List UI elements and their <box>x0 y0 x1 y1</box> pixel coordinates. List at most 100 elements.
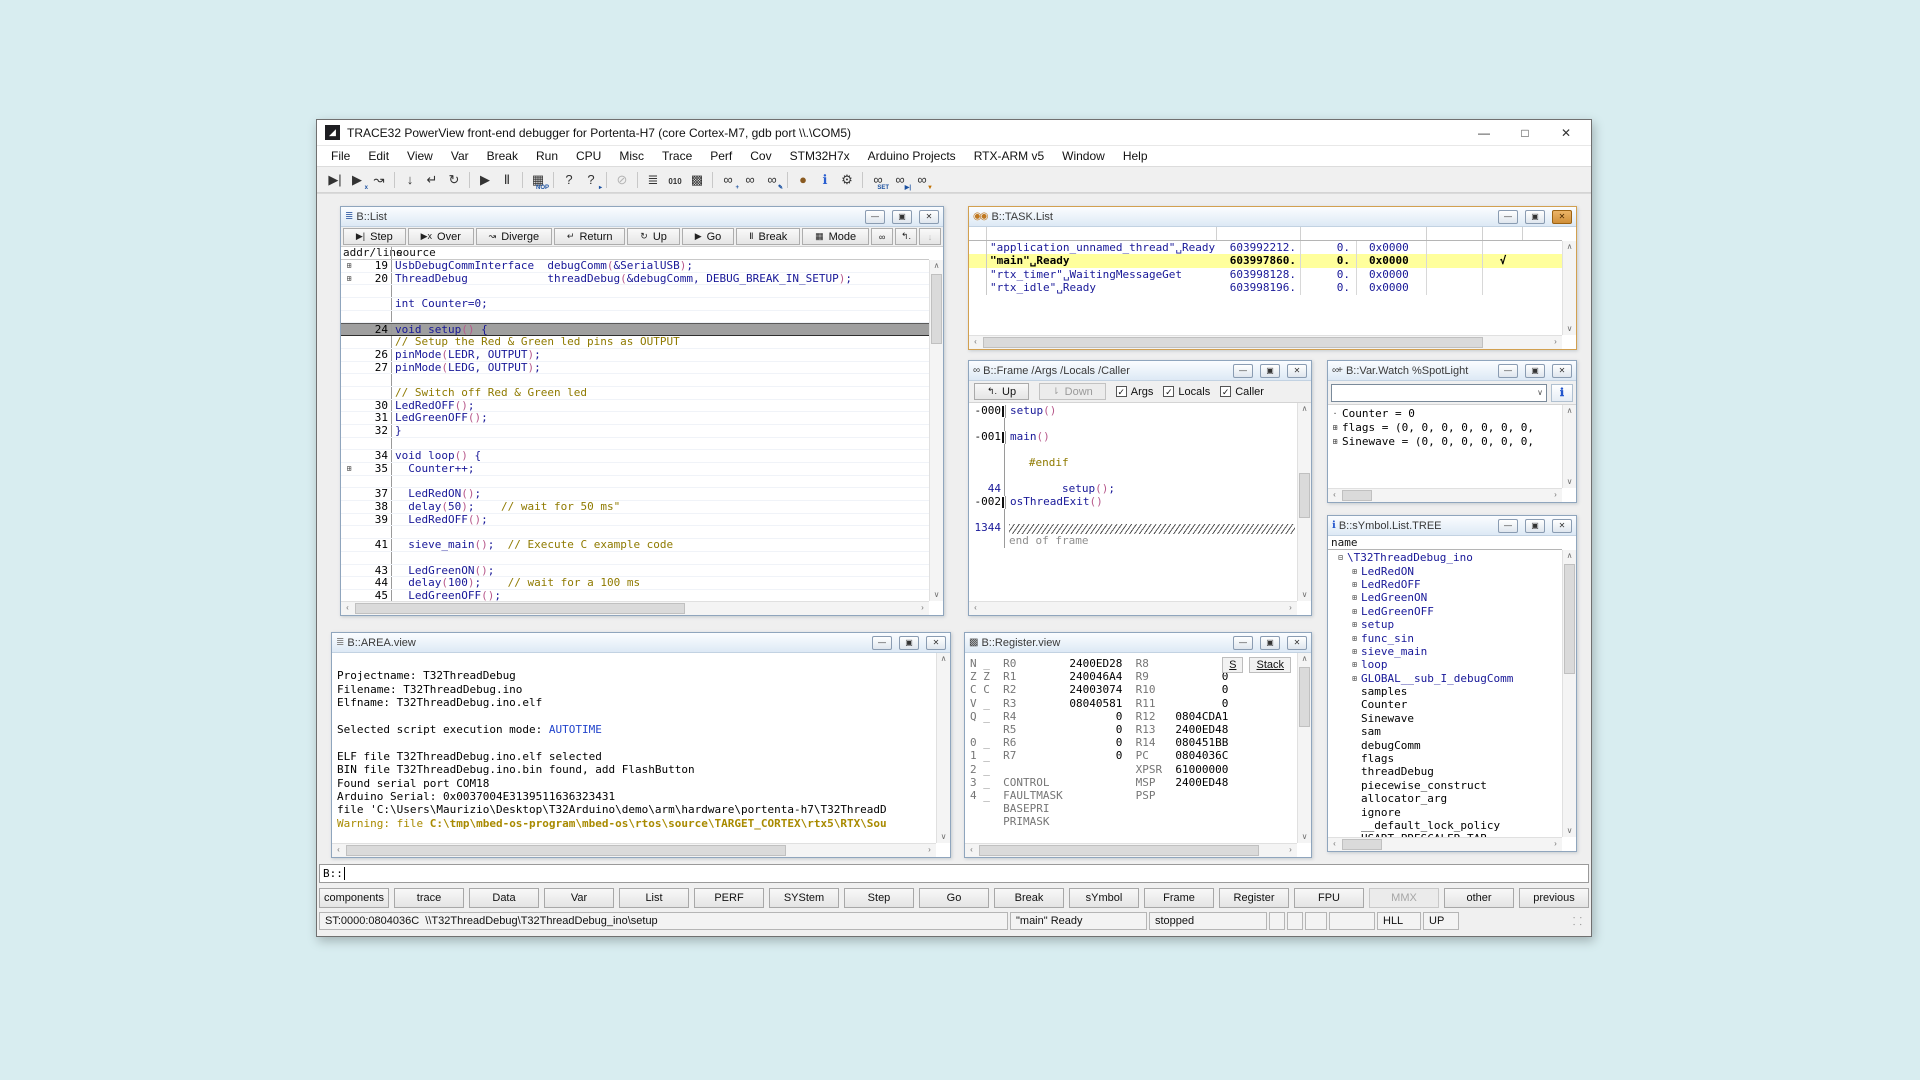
expand-icon[interactable]: ⊞ <box>1348 647 1361 656</box>
symbol-tree-row[interactable]: threadDebug <box>1328 765 1562 778</box>
mode-button[interactable]: ▦Mode <box>802 228 869 245</box>
frame-horizontal-scrollbar[interactable]: ‹ › <box>969 601 1297 615</box>
step-over-icon[interactable]: ▶x <box>346 170 368 190</box>
watch-horizontal-scrollbar[interactable]: ‹ › <box>1328 488 1562 502</box>
register-vertical-scrollbar[interactable]: ∧ ∨ <box>1297 653 1311 843</box>
scroll-left-arrow[interactable]: ‹ <box>332 844 345 856</box>
softkey-frame[interactable]: Frame <box>1144 888 1214 908</box>
expand-icon[interactable]: ⊟ <box>1334 553 1347 562</box>
expand-icon[interactable]: ⊞ <box>1348 580 1361 589</box>
source-line-45[interactable]: 45 LedGreenOFF(); <box>341 590 929 601</box>
frame-row[interactable]: #endif <box>969 457 1297 470</box>
scroll-thumb[interactable] <box>1299 667 1310 727</box>
menu-item-perf[interactable]: Perf <box>701 146 741 166</box>
step-button[interactable]: ▶|Step <box>343 228 406 245</box>
task-close-button[interactable]: ✕ <box>1552 210 1572 224</box>
softkey-perf[interactable]: PERF <box>694 888 764 908</box>
scroll-right-arrow[interactable]: › <box>1284 844 1297 856</box>
scroll-right-arrow[interactable]: › <box>1549 336 1562 348</box>
area-horizontal-scrollbar[interactable]: ‹ › <box>332 843 936 857</box>
scroll-right-arrow[interactable]: › <box>923 844 936 856</box>
source-line-41[interactable]: 41 sieve_main(); // Execute C example co… <box>341 539 929 552</box>
menu-item-help[interactable]: Help <box>1114 146 1157 166</box>
list-vertical-scrollbar[interactable]: ∧ ∨ <box>929 260 943 601</box>
symbol-info-button[interactable]: ℹ <box>1551 384 1573 402</box>
area-vertical-scrollbar[interactable]: ∧ ∨ <box>936 653 950 843</box>
scroll-right-arrow[interactable]: › <box>1284 602 1297 614</box>
source-line-35[interactable]: ⊞35 Counter++; <box>341 463 929 476</box>
source-code-area[interactable]: ⊞19UsbDebugCommInterface debugComm(&Seri… <box>341 260 929 601</box>
source-line[interactable]: int Counter=0; <box>341 298 929 311</box>
scroll-down-arrow[interactable]: ∨ <box>937 831 950 843</box>
scroll-left-arrow[interactable]: ‹ <box>341 602 354 614</box>
softkey-system[interactable]: SYStem <box>769 888 839 908</box>
softkey-mmx[interactable]: MMX <box>1369 888 1439 908</box>
scroll-thumb[interactable] <box>979 845 1259 856</box>
list-horizontal-scrollbar[interactable]: ‹ › <box>341 601 929 615</box>
diverge-button[interactable]: ↝Diverge <box>476 228 552 245</box>
step-into-icon[interactable]: ▶| <box>324 170 346 190</box>
checkbox-caller[interactable]: ✓Caller <box>1220 386 1264 398</box>
menu-item-edit[interactable]: Edit <box>359 146 398 166</box>
scroll-up-arrow[interactable]: ∧ <box>1298 653 1311 665</box>
scroll-down-arrow[interactable]: ∨ <box>1563 476 1576 488</box>
tree-maximize-button[interactable]: ▣ <box>1525 519 1545 533</box>
close-button[interactable]: ✕ <box>1549 122 1583 144</box>
scroll-thumb[interactable] <box>1564 564 1575 674</box>
run-icon[interactable]: ▶ <box>474 170 496 190</box>
frame-row[interactable] <box>969 418 1297 431</box>
checkbox-icon[interactable]: ✓ <box>1163 386 1174 397</box>
frame-maximize-button[interactable]: ▣ <box>1260 364 1280 378</box>
chevron-down-icon[interactable]: ∨ <box>1537 388 1543 397</box>
list-source-icon[interactable]: ≣ <box>642 170 664 190</box>
go-button[interactable]: ▶Go <box>682 228 734 245</box>
frame-stack-area[interactable]: -000setup()-001main() #endif44 setup();-… <box>969 403 1297 601</box>
scroll-down-arrow[interactable]: ∨ <box>1298 589 1311 601</box>
menu-item-window[interactable]: Window <box>1053 146 1114 166</box>
scroll-right-arrow[interactable]: › <box>1549 838 1562 850</box>
watch-step-icon[interactable]: ∞▶| <box>889 170 911 190</box>
step-diverge-icon[interactable]: ↝ <box>368 170 390 190</box>
scroll-right-arrow[interactable]: › <box>916 602 929 614</box>
go-down-icon[interactable]: ↓ <box>399 170 421 190</box>
expand-icon[interactable]: ⊞ <box>1348 634 1361 643</box>
checkbox-icon[interactable]: ✓ <box>1220 386 1231 397</box>
area-minimize-button[interactable]: — <box>872 636 892 650</box>
symbol-tree-row[interactable]: ⊞LedRedOFF <box>1328 578 1562 591</box>
task-row[interactable]: "application_unnamed_thread"␣Ready603992… <box>969 241 1562 254</box>
scroll-up-arrow[interactable]: ∧ <box>937 653 950 665</box>
scroll-up-arrow[interactable]: ∧ <box>1563 405 1576 417</box>
scroll-left-arrow[interactable]: ‹ <box>969 602 982 614</box>
scroll-thumb[interactable] <box>1342 839 1382 850</box>
register-horizontal-scrollbar[interactable]: ‹ › <box>965 843 1297 857</box>
scroll-down-arrow[interactable]: ∨ <box>1563 323 1576 335</box>
watch-row[interactable]: ·Counter = 0 <box>1328 407 1562 421</box>
area-close-button[interactable]: ✕ <box>926 636 946 650</box>
data-dump-icon[interactable]: 010 <box>664 170 686 190</box>
softkey-trace[interactable]: trace <box>394 888 464 908</box>
expand-icon[interactable]: ⊞ <box>1328 435 1342 449</box>
frame-row[interactable]: -001main() <box>969 431 1297 444</box>
symbol-tree-row[interactable]: piecewise_construct <box>1328 779 1562 792</box>
watch-view-icon[interactable]: ∞ <box>739 170 761 190</box>
expand-icon[interactable]: ⊞ <box>1348 660 1361 669</box>
scroll-up-arrow[interactable]: ∧ <box>1563 550 1576 562</box>
symbol-tree-row[interactable]: sam <box>1328 725 1562 738</box>
mode-icon[interactable]: ▦NOP <box>527 170 549 190</box>
scroll-left-arrow[interactable]: ‹ <box>969 336 982 348</box>
watch-edit-icon[interactable]: ∞✎ <box>761 170 783 190</box>
source-line-31[interactable]: 31LedGreenOFF(); <box>341 412 929 425</box>
context-help-icon[interactable]: ?▸ <box>580 170 602 190</box>
watch-set-icon[interactable]: ∞SET <box>867 170 889 190</box>
symbol-info-icon[interactable]: ℹ <box>814 170 836 190</box>
menu-item-trace[interactable]: Trace <box>653 146 701 166</box>
frame-row[interactable]: -002osThreadExit() <box>969 496 1297 509</box>
symbol-tree[interactable]: ⊟\T32ThreadDebug_ino⊞LedRedON⊞LedRedOFF⊞… <box>1328 550 1562 837</box>
symbol-tree-row[interactable]: ⊞LedGreenOFF <box>1328 605 1562 618</box>
softkey-data[interactable]: Data <box>469 888 539 908</box>
symbol-tree-row[interactable]: ⊞LedGreenON <box>1328 591 1562 604</box>
softkey-go[interactable]: Go <box>919 888 989 908</box>
menu-item-file[interactable]: File <box>322 146 359 166</box>
softkey-break[interactable]: Break <box>994 888 1064 908</box>
register-view-icon[interactable]: ▩ <box>686 170 708 190</box>
